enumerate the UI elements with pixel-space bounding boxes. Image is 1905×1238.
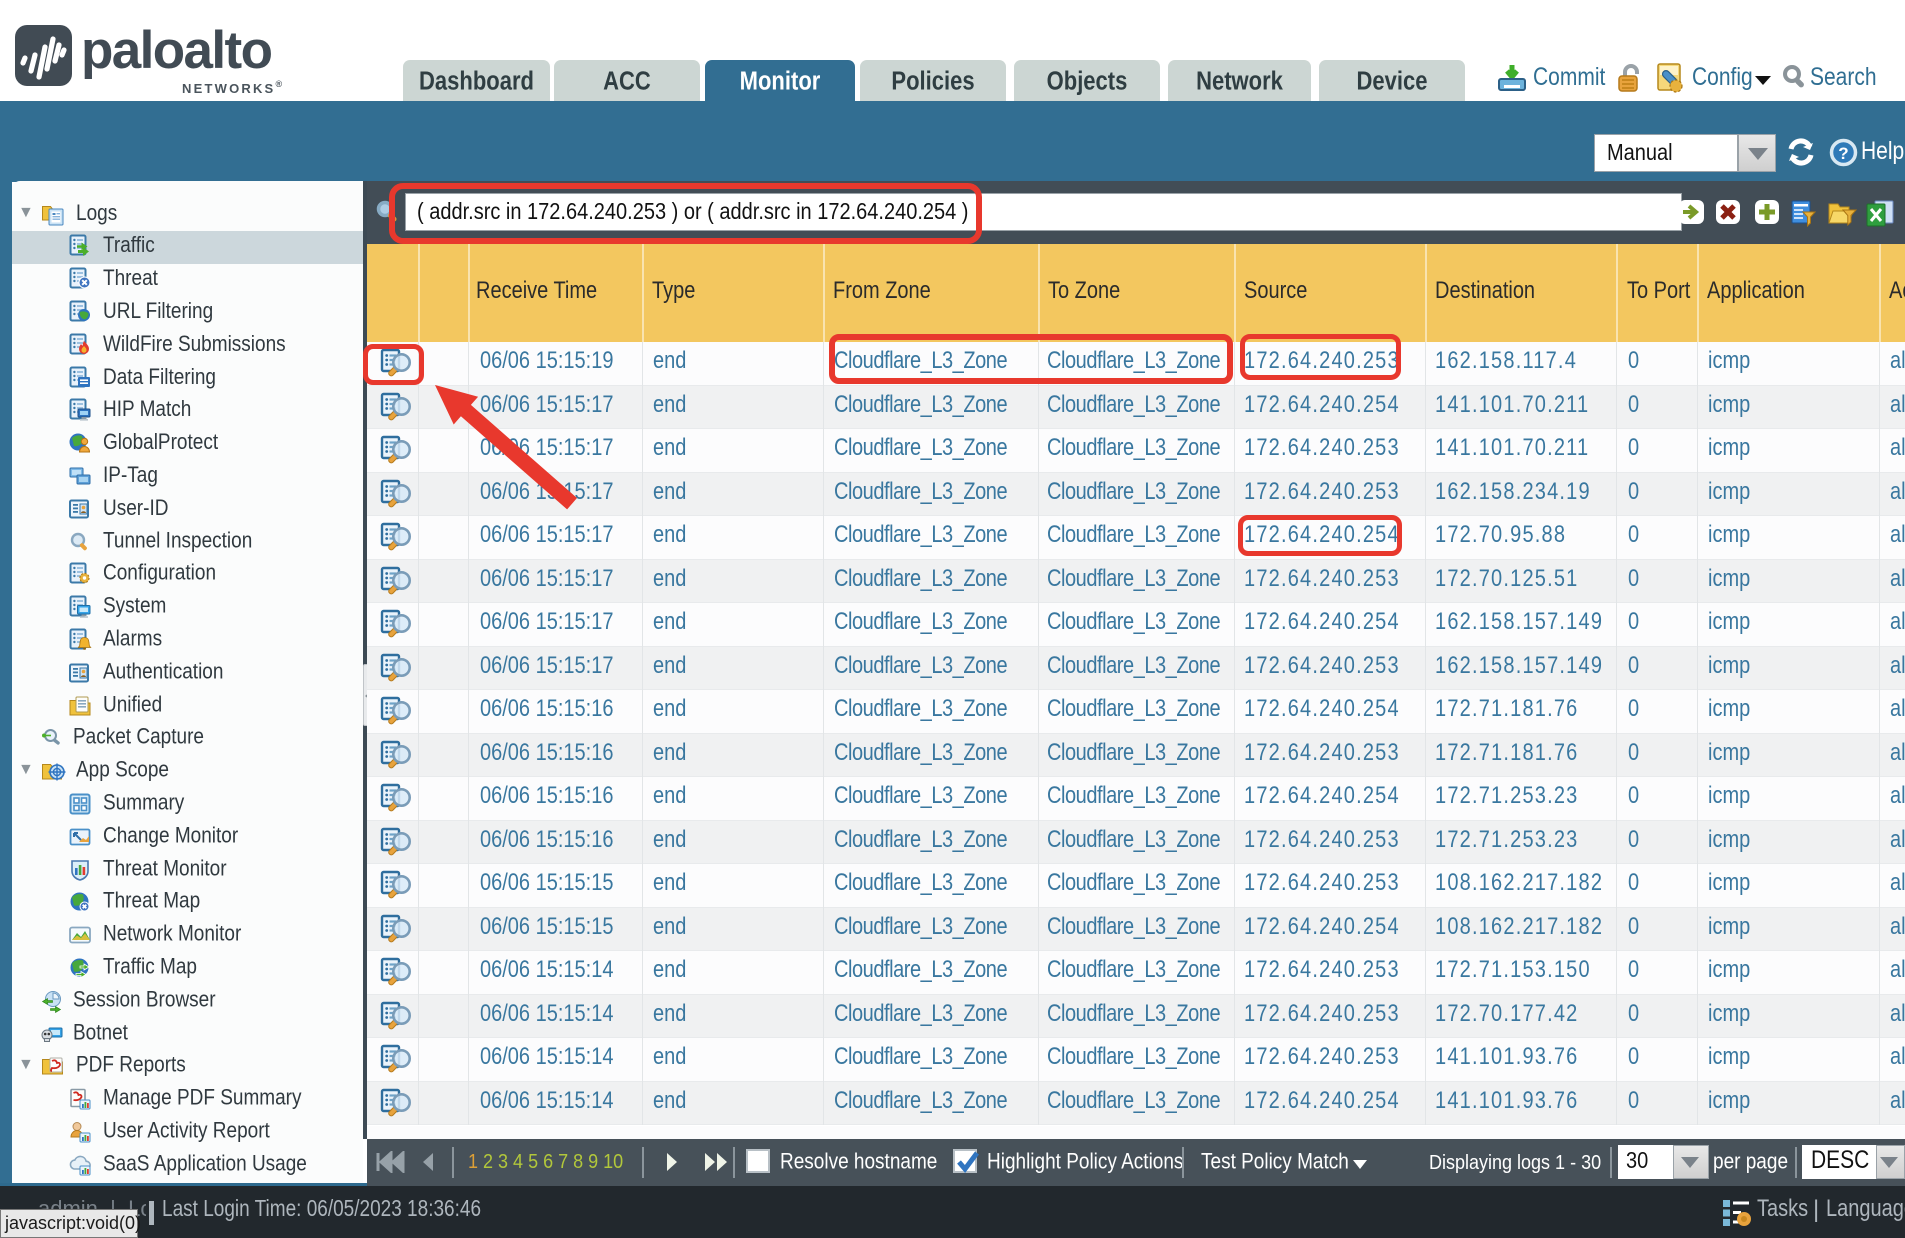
svg-text:?: ?: [1838, 144, 1848, 163]
